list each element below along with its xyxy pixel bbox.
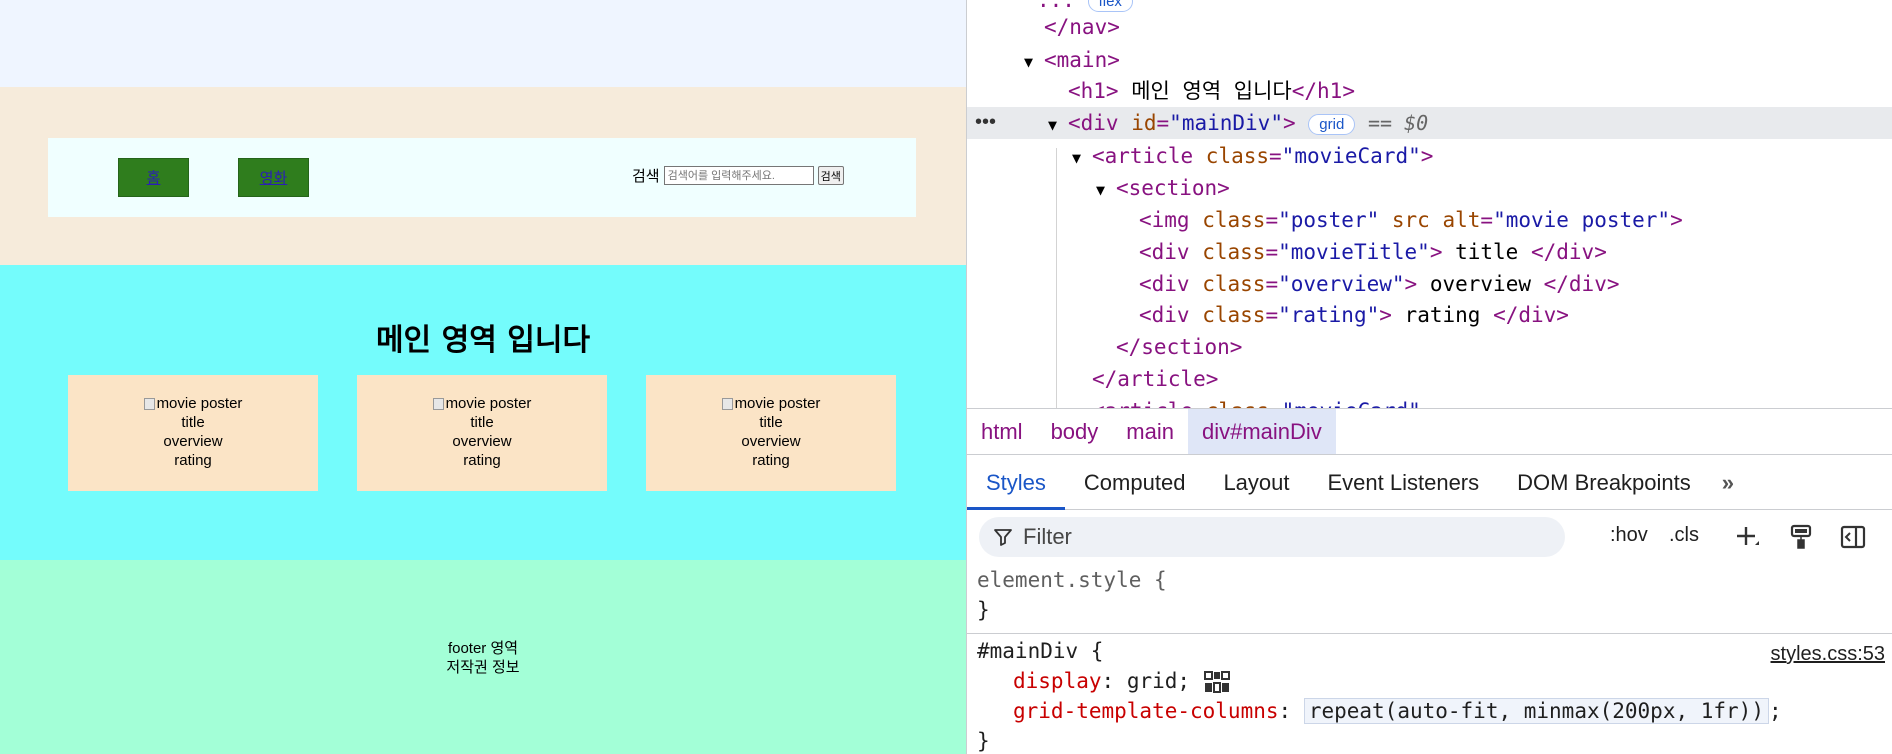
movie-poster: movie poster	[143, 394, 243, 413]
header: 홈 영화 검색 검색	[0, 87, 966, 265]
dom-line-overview[interactable]: <div class="overview"> overview </div>	[1139, 268, 1619, 300]
tab-layout[interactable]: Layout	[1204, 456, 1308, 509]
breadcrumb-main[interactable]: main	[1112, 409, 1188, 454]
devtools-panel: ... flex </nav> ▼ <main> <h1> 메인 영역 입니다</…	[966, 0, 1892, 754]
dom-line-maindiv[interactable]: ▼ <div id="mainDiv"> grid == $0	[1048, 107, 1428, 139]
movie-rating: rating	[752, 452, 790, 469]
movie-title: title	[470, 414, 494, 431]
grid-template-value[interactable]: repeat(auto-fit, minmax(200px, 1fr))	[1303, 698, 1769, 724]
indent-guide	[1056, 148, 1057, 408]
dom-line-section-close[interactable]: </section>	[1116, 331, 1242, 363]
movie-poster: movie poster	[721, 394, 821, 413]
footer: footer 영역 저작권 정보	[0, 560, 966, 754]
poster-alt-text: movie poster	[156, 395, 243, 412]
top-band	[0, 0, 966, 87]
dom-line-section[interactable]: ▼ <section>	[1096, 172, 1230, 204]
dom-tree[interactable]: ... flex </nav> ▼ <main> <h1> 메인 영역 입니다</…	[967, 0, 1892, 408]
filter-input[interactable]: Filter	[979, 517, 1565, 557]
search-input[interactable]	[663, 166, 814, 185]
expand-triangle-icon[interactable]: ▼	[1024, 46, 1044, 78]
hov-toggle[interactable]: :hov	[1610, 524, 1648, 547]
movie-title: title	[181, 414, 205, 431]
styles-rules: element.style { } #mainDiv { styles.css:…	[967, 563, 1892, 754]
nav-movie-button[interactable]: 영화	[238, 158, 309, 197]
movie-title: title	[759, 414, 783, 431]
page-viewport: 홈 영화 검색 검색 메인 영역 입니다 movie poster title …	[0, 0, 966, 754]
dom-line-nav-close[interactable]: </nav>	[1044, 11, 1120, 43]
nav-bar: 홈 영화 검색 검색	[48, 138, 916, 217]
dom-line-article-close[interactable]: </article>	[1092, 363, 1218, 395]
more-tabs-icon[interactable]: »	[1710, 456, 1746, 509]
expand-triangle-icon[interactable]: ▼	[1072, 142, 1092, 174]
flex-badge[interactable]: flex	[1087, 0, 1133, 12]
selected-marker: == $0	[1367, 111, 1429, 135]
element-style-selector[interactable]: element.style {	[977, 565, 1167, 595]
movie-rating: rating	[174, 452, 212, 469]
tab-dom-breakpoints[interactable]: DOM Breakpoints	[1498, 456, 1710, 509]
search-form: 검색 검색	[632, 165, 844, 186]
poster-alt-text: movie poster	[445, 395, 532, 412]
broken-image-icon	[143, 397, 155, 410]
dom-line-movietitle[interactable]: <div class="movieTitle"> title </div>	[1139, 236, 1607, 268]
dom-line-article[interactable]: ▼ <article class="movieCard">	[1072, 140, 1433, 172]
nav-home-button[interactable]: 홈	[118, 158, 189, 197]
styles-toolbar: Filter :hov .cls	[967, 511, 1892, 563]
movie-overview: overview	[452, 433, 512, 450]
breadcrumb-body[interactable]: body	[1037, 409, 1113, 454]
footer-text: footer 영역 저작권 정보	[0, 639, 966, 677]
paint-brush-icon[interactable]	[1785, 521, 1817, 553]
expand-triangle-icon[interactable]: ▼	[1096, 174, 1116, 206]
movie-card[interactable]: movie poster title overview rating	[357, 375, 607, 491]
collapsed-triangle-icon[interactable]: ▶	[1072, 397, 1092, 408]
nav-home-link[interactable]: 홈	[147, 167, 161, 188]
dom-line-article-next[interactable]: ▶<article class="movieCard"	[1072, 395, 1421, 408]
main-title: 메인 영역 입니다	[375, 323, 591, 358]
more-options-icon[interactable]: •••	[975, 107, 996, 139]
tab-computed[interactable]: Computed	[1065, 456, 1205, 509]
filter-placeholder: Filter	[1023, 524, 1072, 549]
rule-divider	[967, 633, 1892, 634]
grid-badge[interactable]: grid	[1308, 113, 1356, 135]
cls-toggle[interactable]: .cls	[1669, 524, 1699, 547]
footer-line-2: 저작권 정보	[446, 659, 520, 676]
tab-event-listeners[interactable]: Event Listeners	[1309, 456, 1499, 509]
rule-close-brace: }	[977, 598, 990, 622]
stylesheet-source-link[interactable]: styles.css:53	[1771, 643, 1885, 666]
breadcrumb-html[interactable]: html	[967, 409, 1037, 454]
poster-alt-text: movie poster	[734, 395, 821, 412]
breadcrumb: html body main div#mainDiv	[967, 408, 1892, 455]
broken-image-icon	[721, 397, 733, 410]
prop-grid-template-columns[interactable]: grid-template-columns: repeat(auto-fit, …	[1013, 696, 1782, 726]
filter-icon	[994, 529, 1012, 546]
movie-overview: overview	[163, 433, 223, 450]
dom-line-img[interactable]: <img class="poster" src alt="movie poste…	[1139, 204, 1683, 236]
rule-close-brace-2: }	[977, 729, 990, 753]
dom-line-main[interactable]: ▼ <main>	[1024, 44, 1120, 76]
search-button[interactable]: 검색	[817, 166, 844, 185]
prop-display[interactable]: display: grid;	[1013, 666, 1231, 696]
dom-line-rating[interactable]: <div class="rating"> rating </div>	[1139, 299, 1569, 331]
movie-rating: rating	[463, 452, 501, 469]
movie-poster: movie poster	[432, 394, 532, 413]
maindiv-selector[interactable]: #mainDiv {	[977, 636, 1103, 666]
search-label: 검색	[632, 168, 660, 185]
broken-image-icon	[432, 397, 444, 410]
dom-line-h1[interactable]: <h1> 메인 영역 입니다</h1>	[1068, 75, 1355, 107]
tab-styles[interactable]: Styles	[967, 456, 1065, 510]
toggle-sidebar-icon[interactable]	[1837, 521, 1869, 553]
nav-movie-link[interactable]: 영화	[260, 167, 288, 188]
footer-line-1: footer 영역	[447, 640, 519, 657]
devtools-tabs: Styles Computed Layout Event Listeners D…	[967, 456, 1892, 510]
main-area: 메인 영역 입니다 movie poster title overview ra…	[0, 265, 966, 560]
expand-triangle-icon[interactable]: ▼	[1048, 109, 1068, 141]
add-rule-icon[interactable]	[1731, 521, 1763, 553]
breadcrumb-maindiv[interactable]: div#mainDiv	[1187, 409, 1336, 454]
grid-editor-icon[interactable]	[1203, 670, 1231, 694]
movie-overview: overview	[741, 433, 801, 450]
movie-card[interactable]: movie poster title overview rating	[646, 375, 896, 491]
movie-card[interactable]: movie poster title overview rating	[68, 375, 318, 491]
